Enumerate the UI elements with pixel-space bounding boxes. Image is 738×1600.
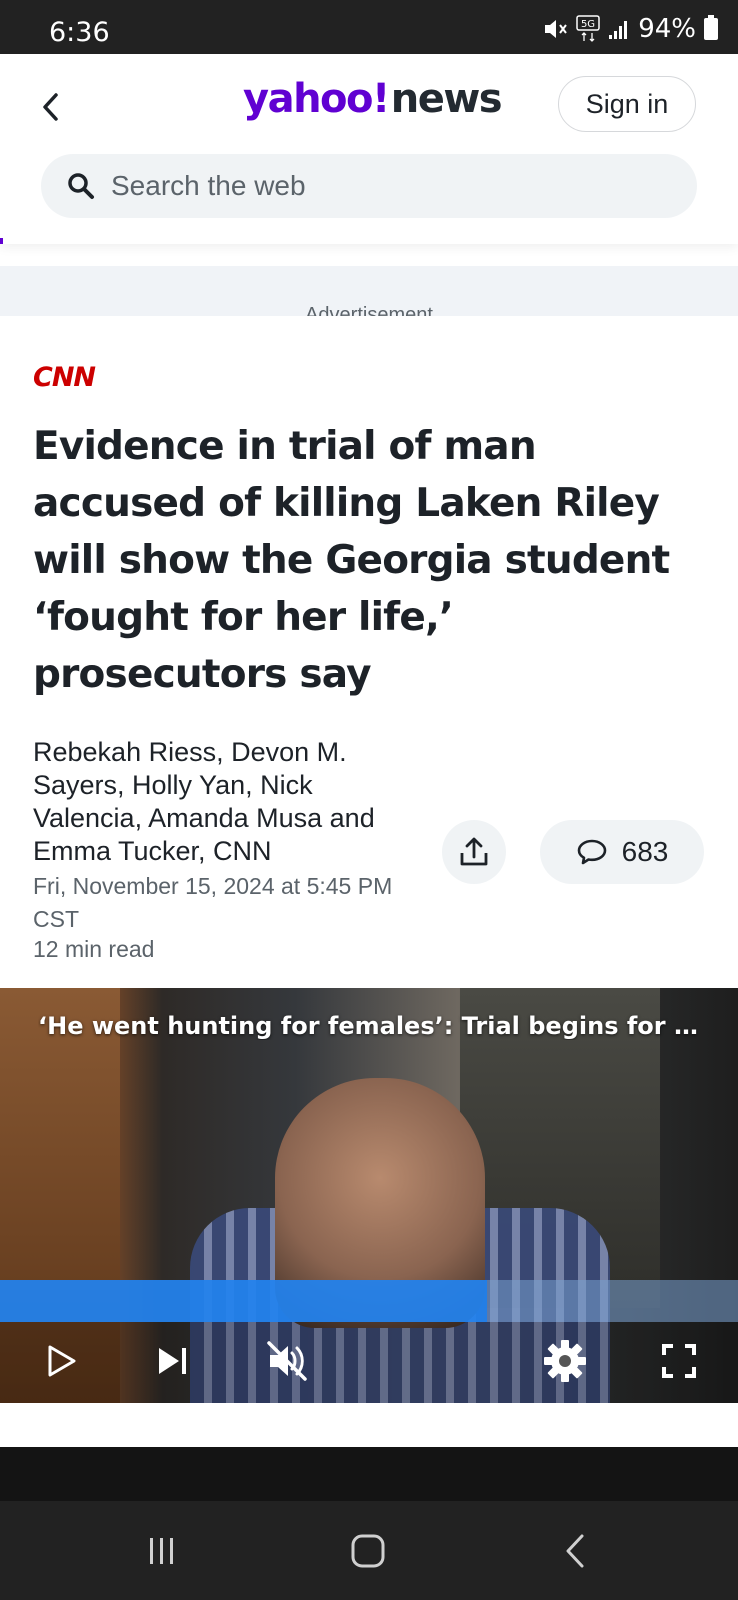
battery-percent: 94%	[638, 14, 696, 44]
video-progress-fill	[0, 1280, 488, 1322]
home-button[interactable]	[343, 1529, 393, 1573]
comment-count: 683	[621, 836, 669, 867]
bottom-dark-band	[0, 1447, 738, 1501]
comment-bubble-icon	[577, 839, 606, 865]
search-icon	[67, 171, 97, 201]
fullscreen-button[interactable]	[654, 1336, 704, 1386]
play-button[interactable]	[36, 1336, 86, 1386]
video-title: ‘He went hunting for females’: Trial beg…	[38, 1012, 698, 1040]
fullscreen-icon	[662, 1344, 696, 1378]
volume-muted-icon	[267, 1341, 307, 1381]
back-button[interactable]	[32, 82, 68, 132]
comments-button[interactable]: 683	[540, 820, 704, 884]
advertisement-label: Advertisement	[305, 304, 433, 316]
page-bottom-spacer	[0, 1403, 738, 1447]
mute-icon	[545, 20, 568, 38]
settings-button[interactable]	[540, 1336, 590, 1386]
chevron-left-icon	[43, 93, 58, 121]
play-icon	[48, 1345, 76, 1377]
article-date: Fri, November 15, 2024 at 5:45 PM CST	[33, 873, 393, 932]
logo-news-text: news	[390, 76, 503, 122]
status-icons: 5G 94%	[542, 14, 718, 44]
status-time: 6:36	[49, 17, 110, 48]
video-progress-bar[interactable]	[0, 1280, 738, 1322]
provider-logo[interactable]: CNN	[33, 362, 96, 393]
mute-toggle-button[interactable]	[262, 1336, 312, 1386]
system-navigation-bar	[0, 1501, 738, 1600]
recents-icon	[150, 1538, 173, 1564]
skip-next-icon	[159, 1348, 186, 1374]
search-input[interactable]: Search the web	[41, 154, 697, 218]
video-player[interactable]: ‘He went hunting for females’: Trial beg…	[0, 988, 738, 1403]
status-bar: 6:36 5G 94%	[0, 0, 738, 54]
sign-in-button[interactable]: Sign in	[558, 76, 696, 132]
next-button[interactable]	[148, 1336, 198, 1386]
home-icon	[351, 1534, 385, 1568]
search-placeholder: Search the web	[111, 170, 306, 201]
gear-icon	[544, 1340, 586, 1382]
share-button[interactable]	[442, 820, 506, 884]
battery-icon	[704, 15, 718, 40]
signal-icon	[609, 21, 628, 39]
recents-button[interactable]	[137, 1529, 187, 1573]
article-headline: Evidence in trial of man accused of kill…	[33, 424, 670, 697]
logo-yahoo-text: yahoo!	[243, 76, 390, 122]
app-header: yahoo! news Sign in Search the web	[0, 54, 738, 244]
share-icon	[460, 837, 488, 866]
5g-icon: 5G	[576, 15, 600, 42]
advertisement-band[interactable]: Advertisement	[0, 266, 738, 316]
yahoo-news-logo[interactable]: yahoo! news	[243, 76, 503, 122]
header-accent-mark	[0, 238, 3, 244]
svg-text:5G: 5G	[581, 19, 595, 30]
back-icon	[566, 1534, 584, 1568]
article-read-time: 12 min read	[33, 936, 155, 962]
video-controls	[0, 1322, 738, 1403]
system-back-button[interactable]	[550, 1529, 600, 1573]
article-byline: Rebekah Riess, Devon M. Sayers, Holly Ya…	[33, 737, 375, 866]
